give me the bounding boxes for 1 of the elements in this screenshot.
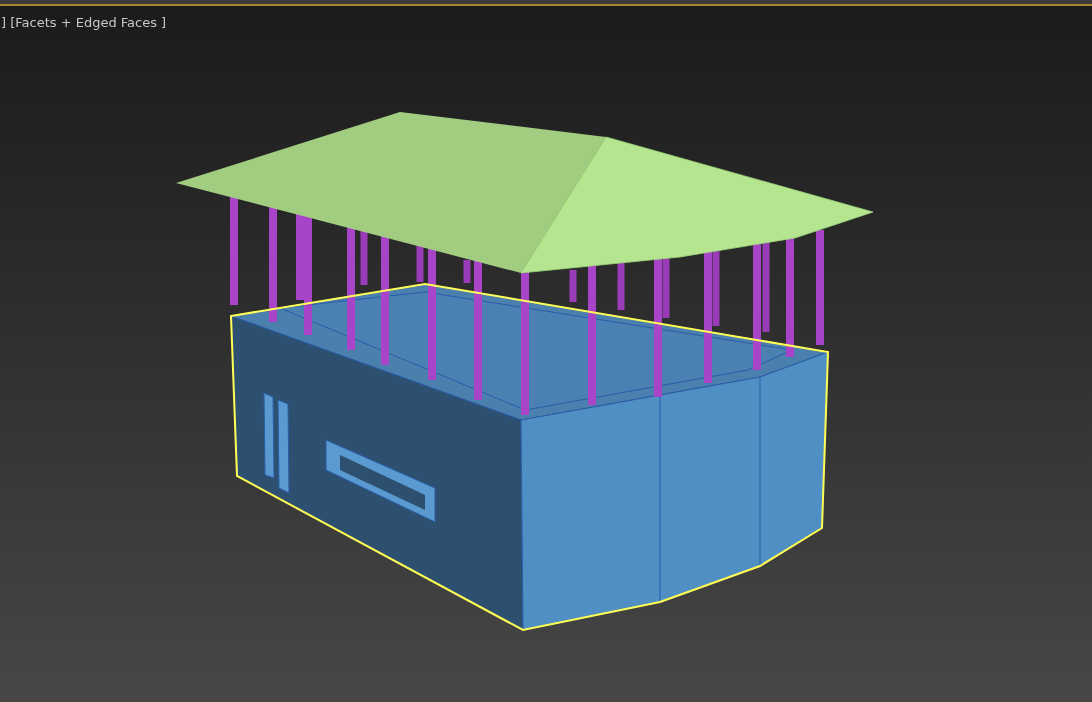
viewport-label: ] [Facets + Edged Faces ] [1, 14, 167, 32]
